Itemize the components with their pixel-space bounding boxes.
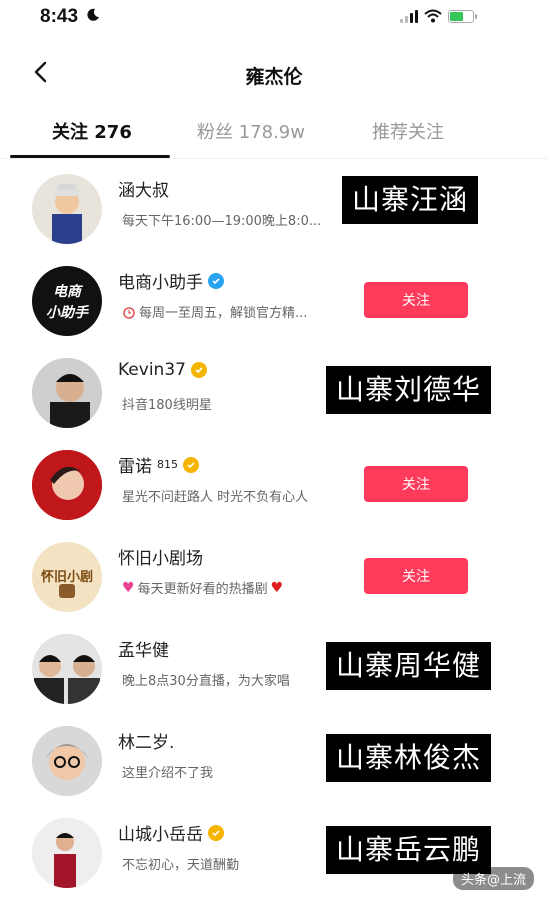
- overlay-caption: 山寨汪涵: [342, 176, 479, 224]
- user-description: 不忘初心，天道酬勤: [122, 858, 240, 873]
- follow-button[interactable]: 关注: [364, 466, 468, 502]
- user-name: 山城小岳岳: [118, 820, 224, 845]
- user-description: 晚上8点30分直播，为大家唱: [122, 674, 290, 689]
- list-item[interactable]: 林二岁. 这里介绍不了我 山寨林俊杰: [0, 716, 548, 808]
- user-description: ♥ 每天更新好看的热播剧 ♥: [122, 579, 284, 598]
- heart-icon: ♥: [270, 579, 284, 596]
- avatar[interactable]: [32, 174, 102, 244]
- user-name: 林二岁.: [118, 733, 175, 753]
- tab-divider: [0, 158, 548, 159]
- avatar[interactable]: [32, 634, 102, 704]
- tab-followers[interactable]: 粉丝 178.9w: [197, 118, 305, 144]
- heart-icon: ♥: [122, 579, 135, 596]
- list-item[interactable]: Kevin37 抖音180线明星 山寨刘德华: [0, 348, 548, 440]
- avatar[interactable]: [32, 726, 102, 796]
- verified-badge-icon: [208, 272, 224, 289]
- user-description: 每周一至周五，解锁官方精...: [122, 302, 307, 321]
- user-description: 这里介绍不了我: [122, 766, 214, 781]
- list-item[interactable]: 怀旧小剧 怀旧小剧场 ♥ 每天更新好看的热播剧 ♥ 关注: [0, 532, 548, 624]
- user-description: 抖音180线明星: [122, 398, 212, 413]
- verified-badge-icon: [183, 456, 199, 473]
- list-item[interactable]: 电商 小助手 电商小助手 每周一至周五，解锁官方精... 关注: [0, 256, 548, 348]
- avatar[interactable]: 电商 小助手: [32, 266, 102, 336]
- avatar[interactable]: [32, 358, 102, 428]
- user-name: 电商小助手: [118, 268, 224, 293]
- page-title: 雍杰伦: [245, 66, 303, 88]
- overlay-caption: 山寨刘德华: [326, 366, 492, 414]
- user-name: 怀旧小剧场: [118, 549, 203, 569]
- tab-recommended[interactable]: 推荐关注: [372, 118, 444, 144]
- cellular-signal-icon: [400, 9, 418, 23]
- overlay-caption: 山寨周华健: [326, 642, 492, 690]
- wifi-icon: [424, 9, 442, 23]
- user-name: Kevin37: [118, 360, 207, 380]
- list-item[interactable]: 雷诺 815 星光不问赶路人 时光不负有心人 关注: [0, 440, 548, 532]
- battery-icon: [448, 9, 477, 23]
- list-item[interactable]: 孟华健 晚上8点30分直播，为大家唱 山寨周华健: [0, 624, 548, 716]
- user-name: 涵大叔: [118, 181, 169, 201]
- alarm-clock-icon: [123, 306, 135, 319]
- status-time: 8:43: [40, 6, 79, 27]
- avatar[interactable]: 怀旧小剧: [32, 542, 102, 612]
- follow-button[interactable]: 关注: [364, 282, 468, 318]
- moon-icon: [87, 8, 99, 21]
- user-description: 每天下午16:00—19:00晚上8:0...: [122, 214, 322, 229]
- user-name: 雷诺 815: [118, 452, 199, 477]
- follow-button[interactable]: 关注: [364, 558, 468, 594]
- user-description: 星光不问赶路人 时光不负有心人: [122, 490, 309, 505]
- overlay-caption: 山寨林俊杰: [326, 734, 492, 782]
- tab-following[interactable]: 关注 276: [52, 118, 132, 144]
- verified-badge-icon: [208, 824, 224, 841]
- verified-badge-icon: [190, 362, 207, 378]
- status-icons: [400, 9, 477, 23]
- avatar[interactable]: [32, 450, 102, 520]
- list-item[interactable]: 涵大叔 每天下午16:00—19:00晚上8:0... 山寨汪涵: [0, 164, 548, 256]
- watermark: 头条@上流: [452, 867, 534, 890]
- avatar[interactable]: [32, 818, 102, 888]
- user-name: 孟华健: [118, 641, 169, 661]
